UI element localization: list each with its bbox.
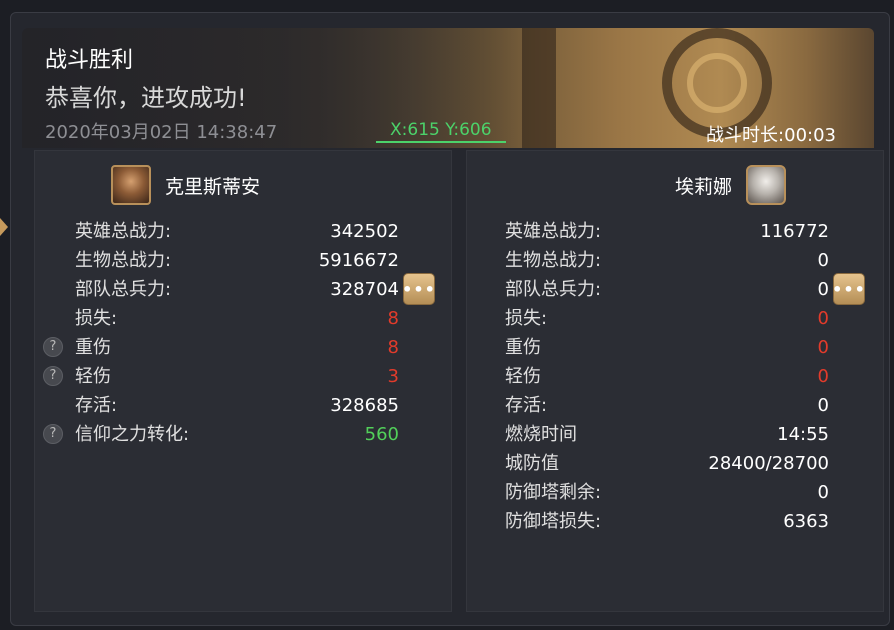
- stat-row: 存活: 0: [505, 391, 829, 420]
- attacker-header: 克里斯蒂安: [111, 165, 260, 205]
- stat-label: 英雄总战力:: [75, 221, 172, 242]
- duration-label: 战斗时长:: [706, 125, 785, 146]
- stat-value: 0: [817, 279, 829, 300]
- stat-value: 14:55: [777, 424, 829, 445]
- page-title: 战斗胜利: [45, 48, 134, 73]
- stat-label: 生物总战力:: [505, 250, 602, 271]
- battle-duration: 战斗时长:00:03: [706, 121, 836, 147]
- stat-row: 燃烧时间 14:55: [505, 420, 829, 449]
- stat-label: 损失:: [75, 308, 118, 329]
- stat-label: 轻伤: [75, 366, 111, 387]
- stat-label: 轻伤: [505, 366, 541, 387]
- stat-row: 存活: 328685: [75, 391, 399, 420]
- stat-row: 重伤 0: [505, 333, 829, 362]
- duration-value: 00:03: [784, 125, 836, 146]
- troop-details-button[interactable]: •••: [832, 273, 865, 305]
- stat-row: 部队总兵力: 328704: [75, 275, 399, 304]
- stat-value: 28400/28700: [708, 453, 829, 474]
- stat-value: 0: [817, 482, 829, 503]
- stat-label: 燃烧时间: [505, 424, 577, 445]
- stat-label: 防御塔损失:: [505, 511, 602, 532]
- stat-label: 防御塔剩余:: [505, 482, 602, 503]
- stat-value: 0: [817, 308, 829, 329]
- warrior-portrait-icon[interactable]: [111, 165, 151, 205]
- stat-value: 0: [817, 250, 829, 271]
- stat-label: 生物总战力:: [75, 250, 172, 271]
- stat-row: 生物总战力: 5916672: [75, 246, 399, 275]
- help-icon[interactable]: ?: [43, 366, 63, 386]
- help-icon[interactable]: ?: [43, 424, 63, 444]
- stat-label: 存活:: [75, 395, 118, 416]
- help-icon[interactable]: ?: [43, 337, 63, 357]
- stat-value: 8: [387, 337, 399, 358]
- attacker-panel: 克里斯蒂安 英雄总战力: 342502 生物总战力: 5916672 部队总兵力…: [34, 150, 452, 612]
- result-subtitle: 恭喜你，进攻成功!: [45, 84, 247, 112]
- stat-value: 5916672: [318, 250, 399, 271]
- stat-value: 3: [387, 366, 399, 387]
- stat-row: 损失: 0: [505, 304, 829, 333]
- stat-row: 防御塔剩余: 0: [505, 478, 829, 507]
- attacker-name: 克里斯蒂安: [165, 175, 261, 198]
- stat-row: 损失: 8: [75, 304, 399, 333]
- stat-value: 8: [387, 308, 399, 329]
- stat-value: 0: [817, 366, 829, 387]
- stat-label: 部队总兵力:: [505, 279, 602, 300]
- stat-row: 信仰之力转化: 560: [75, 420, 399, 449]
- coordinates-link[interactable]: X:615 Y:606: [376, 120, 506, 143]
- stat-row: 重伤 8: [75, 333, 399, 362]
- stat-value: 328685: [330, 395, 399, 416]
- battle-timestamp: 2020年03月02日 14:38:47: [45, 122, 278, 143]
- defender-header: 埃莉娜: [675, 165, 787, 205]
- stat-label: 重伤: [505, 337, 541, 358]
- stat-label: 损失:: [505, 308, 548, 329]
- side-arrow-icon[interactable]: [0, 218, 8, 236]
- stat-value: 0: [817, 337, 829, 358]
- stat-label: 重伤: [75, 337, 111, 358]
- defender-panel: 埃莉娜 英雄总战力: 116772 生物总战力: 0 部队总兵力: 0 ••• …: [466, 150, 884, 612]
- stat-row: 部队总兵力: 0: [505, 275, 829, 304]
- stat-value: 116772: [760, 221, 829, 242]
- stat-value: 342502: [330, 221, 399, 242]
- stat-row: 生物总战力: 0: [505, 246, 829, 275]
- stat-row: 轻伤 0: [505, 362, 829, 391]
- stat-row: 英雄总战力: 116772: [505, 217, 829, 246]
- stat-label: 城防值: [505, 453, 559, 474]
- stat-label: 英雄总战力:: [505, 221, 602, 242]
- troop-details-button[interactable]: •••: [402, 273, 435, 305]
- stat-row: 防御塔损失: 6363: [505, 507, 829, 536]
- elf-portrait-icon[interactable]: [746, 165, 787, 205]
- stat-row: 城防值 28400/28700: [505, 449, 829, 478]
- stat-value: 0: [817, 395, 829, 416]
- stat-row: 英雄总战力: 342502: [75, 217, 399, 246]
- stat-value: 560: [364, 424, 399, 445]
- stat-row: 轻伤 3: [75, 362, 399, 391]
- stat-label: 信仰之力转化:: [75, 424, 190, 445]
- stat-value: 6363: [783, 511, 829, 532]
- stat-label: 存活:: [505, 395, 548, 416]
- stat-label: 部队总兵力:: [75, 279, 172, 300]
- defender-name: 埃莉娜: [675, 175, 733, 198]
- stat-value: 328704: [330, 279, 399, 300]
